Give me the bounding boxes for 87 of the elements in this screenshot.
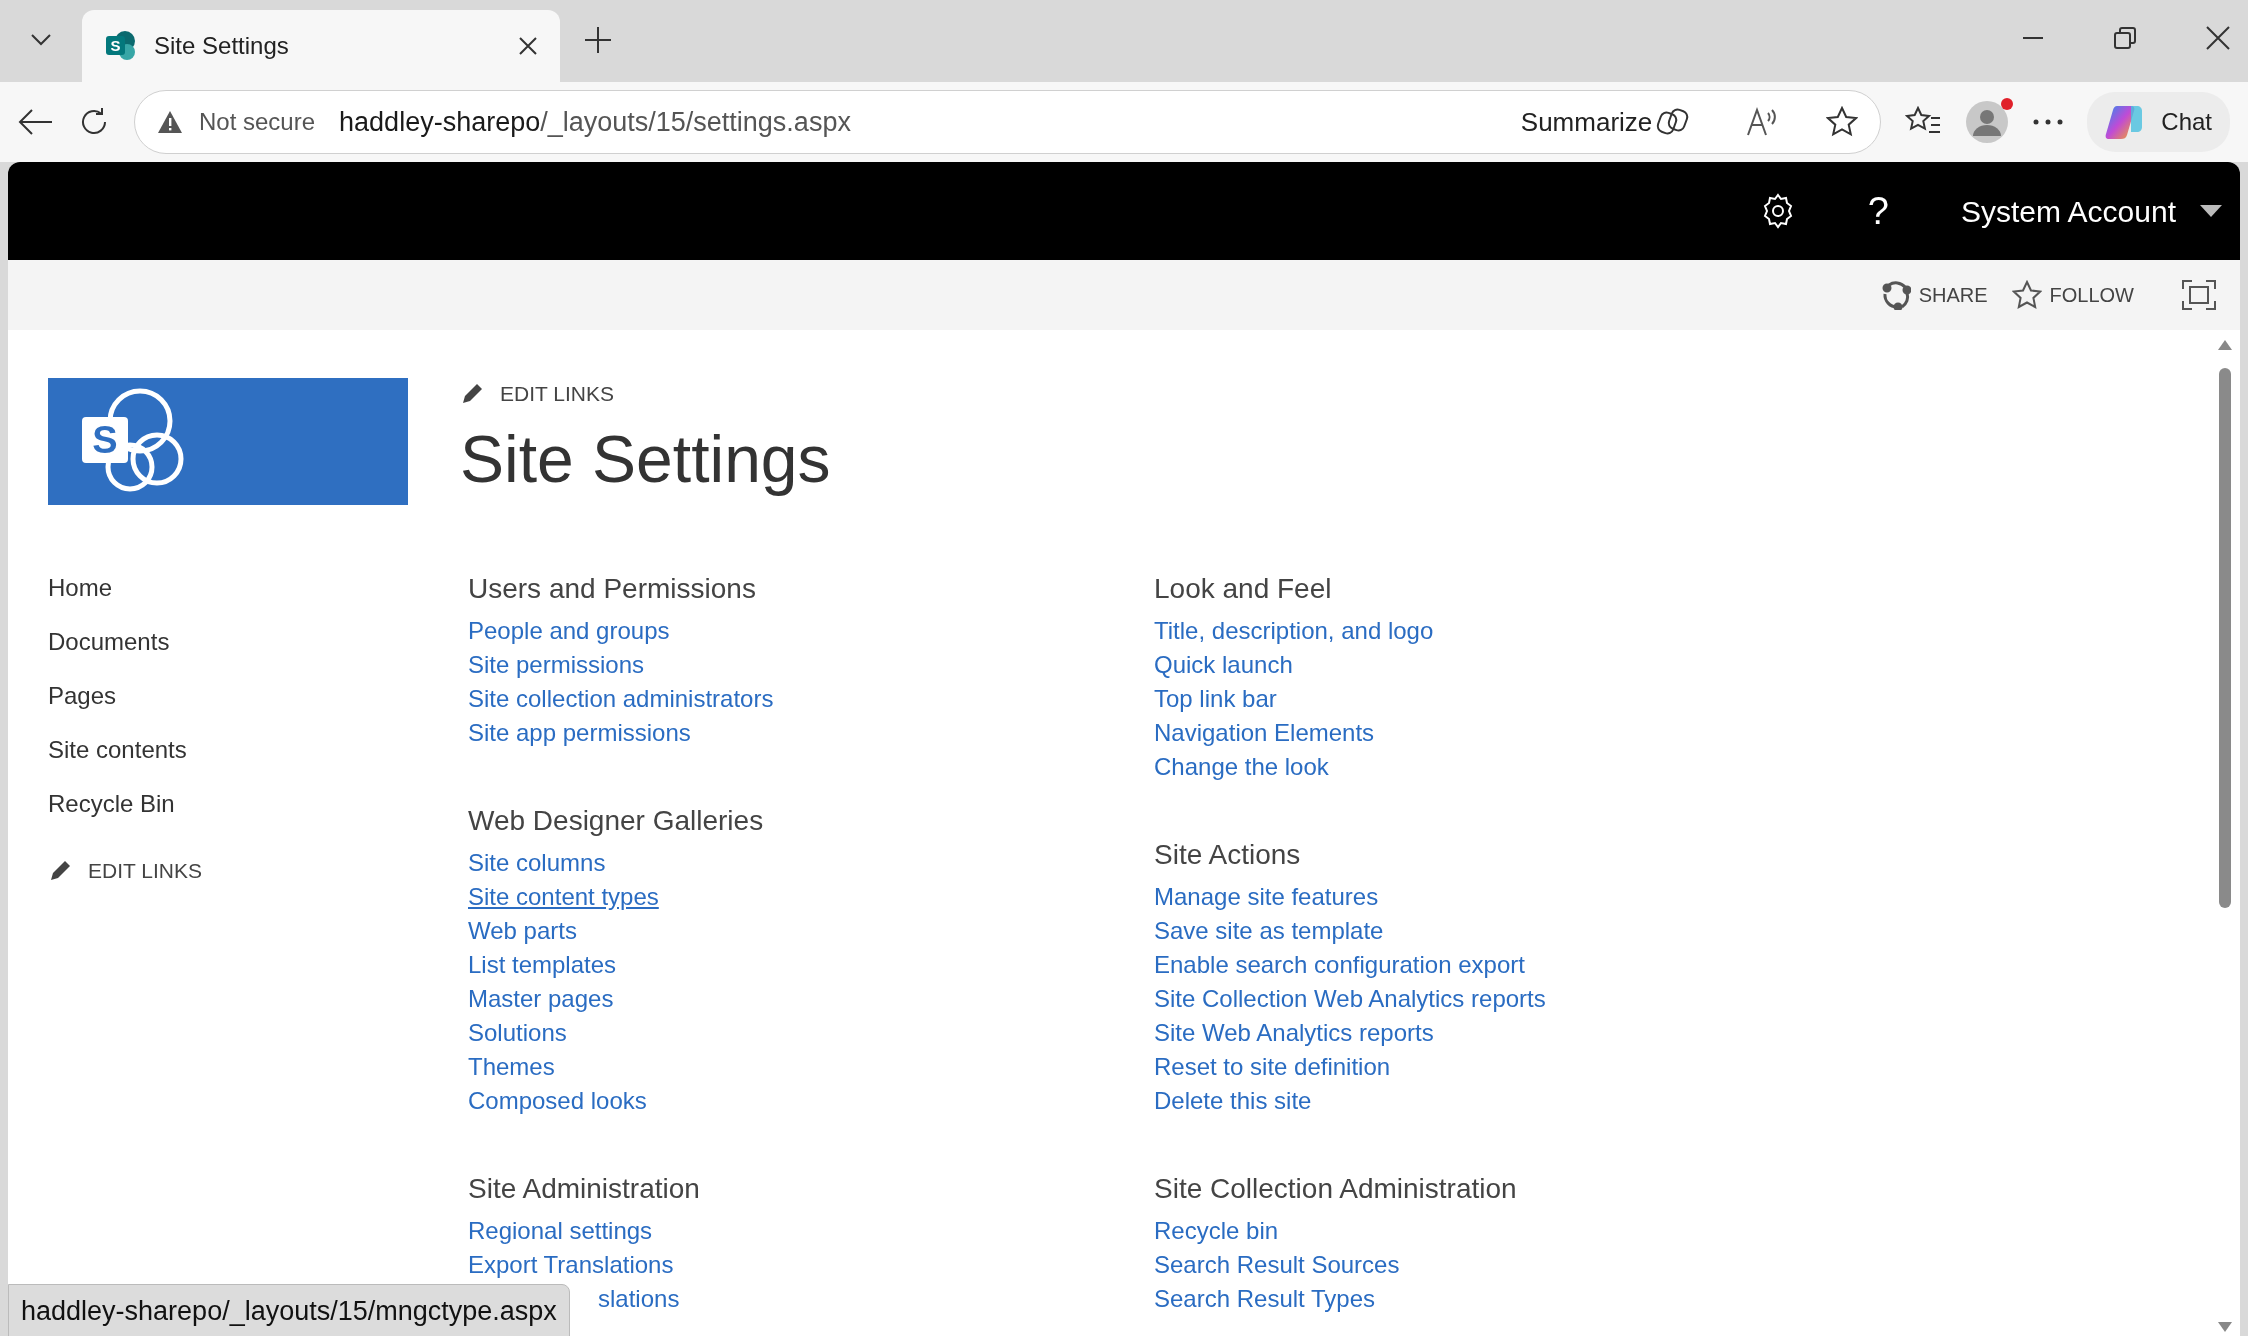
settings-link[interactable]: Site columns	[468, 845, 1154, 880]
share-button[interactable]: SHARE	[1880, 280, 1988, 310]
settings-link[interactable]: Save site as template	[1154, 913, 1546, 948]
settings-link[interactable]: Site content types	[468, 879, 1154, 914]
settings-link[interactable]: Site app permissions	[468, 715, 1154, 750]
section-heading: Site Actions	[1154, 837, 1302, 872]
settings-link[interactable]: Regional settings	[468, 1213, 1154, 1248]
browser-tab[interactable]: S Site Settings	[82, 10, 560, 82]
restore-button[interactable]	[2114, 26, 2136, 50]
help-button[interactable]: ?	[1843, 182, 1913, 240]
close-button[interactable]	[2206, 26, 2230, 50]
profile-button[interactable]	[1965, 100, 2010, 144]
account-menu-button[interactable]: System Account	[1960, 188, 2222, 234]
settings-link[interactable]: Search Result Types	[1154, 1281, 1546, 1316]
settings-link[interactable]: Delete this site	[1154, 1083, 1546, 1118]
settings-link[interactable]: Search Result Sources	[1154, 1247, 1546, 1282]
tab-title: Site Settings	[154, 31, 290, 61]
star-button[interactable]	[1826, 106, 1859, 138]
close-icon	[2206, 26, 2230, 50]
focus-mode-button[interactable]	[2182, 280, 2216, 310]
nav-link[interactable]: Site contents	[48, 736, 187, 763]
settings-link[interactable]: Title, description, and logo	[1154, 613, 1546, 648]
nav-link[interactable]: Home	[48, 574, 113, 601]
edit-links-button[interactable]: EDIT LINKS	[460, 378, 614, 410]
nav-link[interactable]: Recycle Bin	[48, 790, 175, 817]
summarize-label[interactable]: Summarize	[1520, 102, 1653, 142]
scroll-down-icon	[2218, 1322, 2232, 1332]
settings-link[interactable]: Solutions	[468, 1015, 1154, 1050]
settings-link[interactable]: Web parts	[468, 913, 1154, 948]
status-tooltip: haddley-sharepo/_layouts/15/mngctype.aspx	[8, 1283, 570, 1336]
settings-link[interactable]: Enable search configuration export	[1154, 947, 1546, 982]
site-logo[interactable]: S	[48, 378, 408, 505]
read-aloud-button[interactable]	[1746, 107, 1779, 137]
section-heading: Users and Permissions	[468, 571, 757, 606]
star-icon	[1826, 106, 1859, 138]
section-heading: Site Collection Administration	[1154, 1171, 1518, 1206]
scroll-up-icon	[2218, 340, 2232, 350]
more-icon	[2033, 119, 2064, 125]
settings-link[interactable]: Site permissions	[468, 647, 1154, 682]
nav-link[interactable]: Documents	[48, 628, 170, 655]
plus-icon	[584, 26, 612, 54]
settings-link[interactable]: Site collection administrators	[468, 681, 1154, 716]
scroll-thumb[interactable]	[2219, 368, 2231, 908]
plus-button[interactable]	[584, 26, 612, 54]
section-heading: Site Administration	[468, 1171, 701, 1206]
avatar-icon	[1965, 100, 2010, 144]
settings-link[interactable]: Manage site features	[1154, 879, 1546, 914]
back-arrow-button[interactable]	[18, 108, 54, 136]
caret-icon	[2200, 205, 2222, 217]
settings-link[interactable]: People and groups	[468, 613, 1154, 648]
settings-link[interactable]: Reset to site definition	[1154, 1049, 1546, 1084]
chevron-down-icon	[30, 33, 52, 47]
edit-links-button[interactable]: EDIT LINKS	[48, 855, 202, 887]
follow-button[interactable]: FOLLOW	[2011, 280, 2134, 310]
share-icon	[1880, 280, 1911, 310]
pencil-icon	[460, 381, 484, 406]
notification-dot-icon	[2001, 98, 2014, 110]
back-arrow-icon	[18, 108, 54, 136]
focus-mode-icon	[2182, 280, 2216, 310]
more-button[interactable]	[2033, 119, 2064, 125]
minimize-icon	[2022, 36, 2044, 40]
section-heading: Look and Feel	[1154, 571, 1333, 606]
nav-link[interactable]: Pages	[48, 682, 117, 709]
settings-link[interactable]: Recycle bin	[1154, 1213, 1546, 1248]
read-aloud-icon	[1746, 107, 1779, 137]
warning-icon	[157, 110, 183, 134]
address-bar[interactable]: Not secure haddley-sharepo/_layouts/15/settings.aspx Summarize	[134, 90, 1882, 154]
pencil-icon	[48, 858, 72, 883]
star-icon	[2011, 280, 2042, 310]
security-label: Not secure	[199, 107, 316, 137]
chat-button[interactable]: Chat	[2087, 92, 2230, 152]
settings-link[interactable]: Top link bar	[1154, 681, 1546, 716]
restore-icon	[2114, 27, 2136, 49]
settings-link[interactable]: Site Collection Web Analytics reports	[1154, 981, 1546, 1016]
settings-link[interactable]: Export Translations	[468, 1247, 1154, 1282]
settings-link[interactable]: Themes	[468, 1049, 1154, 1084]
settings-link[interactable]: Composed looks	[468, 1083, 1154, 1118]
section-heading: Web Designer Galleries	[468, 803, 765, 838]
close-icon	[518, 36, 538, 56]
settings-link[interactable]: Change the look	[1154, 749, 1546, 784]
close-button[interactable]	[518, 36, 538, 56]
settings-link[interactable]: List templates	[468, 947, 1154, 982]
settings-link[interactable]: Quick launch	[1154, 647, 1546, 682]
url-text: haddley-sharepo/_layouts/15/settings.aspx	[339, 105, 851, 139]
settings-link[interactable]: Master pages	[468, 981, 1154, 1016]
settings-link[interactable]: Site Web Analytics reports	[1154, 1015, 1546, 1050]
settings-link[interactable]: Navigation Elements	[1154, 715, 1546, 750]
